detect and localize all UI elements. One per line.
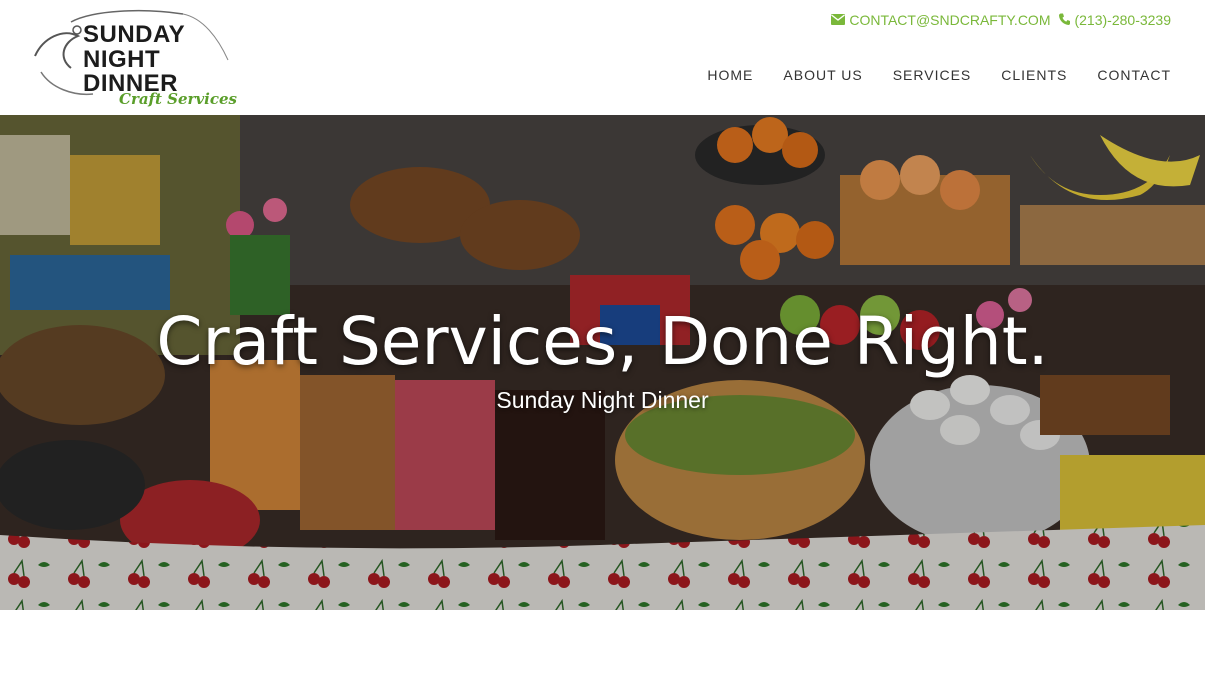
nav-clients[interactable]: CLIENTS (1001, 67, 1067, 83)
nav-about-us[interactable]: ABOUT US (783, 67, 862, 83)
site-logo[interactable]: SUNDAY NIGHT DINNER Craft Services (33, 8, 237, 110)
nav-services[interactable]: SERVICES (893, 67, 972, 83)
logo-tagline: Craft Services (119, 90, 237, 108)
envelope-icon (831, 12, 846, 28)
site-header: SUNDAY NIGHT DINNER Craft Services CONTA… (0, 0, 1205, 115)
phone-icon (1059, 12, 1071, 28)
phone-link[interactable]: (213)-280-3239 (1059, 12, 1171, 28)
nav-contact[interactable]: CONTACT (1097, 67, 1171, 83)
hero-banner: Craft Services, Done Right. Sunday Night… (0, 115, 1205, 610)
hero-subtitle: Sunday Night Dinner (496, 387, 709, 413)
logo-word-sunday: SUNDAY (83, 21, 186, 48)
main-nav: HOME ABOUT US SERVICES CLIENTS CONTACT (707, 67, 1171, 83)
nav-home[interactable]: HOME (707, 67, 753, 83)
contact-bar: CONTACT@SNDCRAFTY.COM (213)-280-3239 (831, 12, 1171, 28)
email-text: CONTACT@SNDCRAFTY.COM (849, 12, 1051, 28)
email-link[interactable]: CONTACT@SNDCRAFTY.COM (831, 12, 1050, 28)
logo-word-night: NIGHT (83, 46, 161, 73)
hero-title: Craft Services, Done Right. (156, 303, 1049, 380)
phone-text: (213)-280-3239 (1074, 12, 1171, 28)
